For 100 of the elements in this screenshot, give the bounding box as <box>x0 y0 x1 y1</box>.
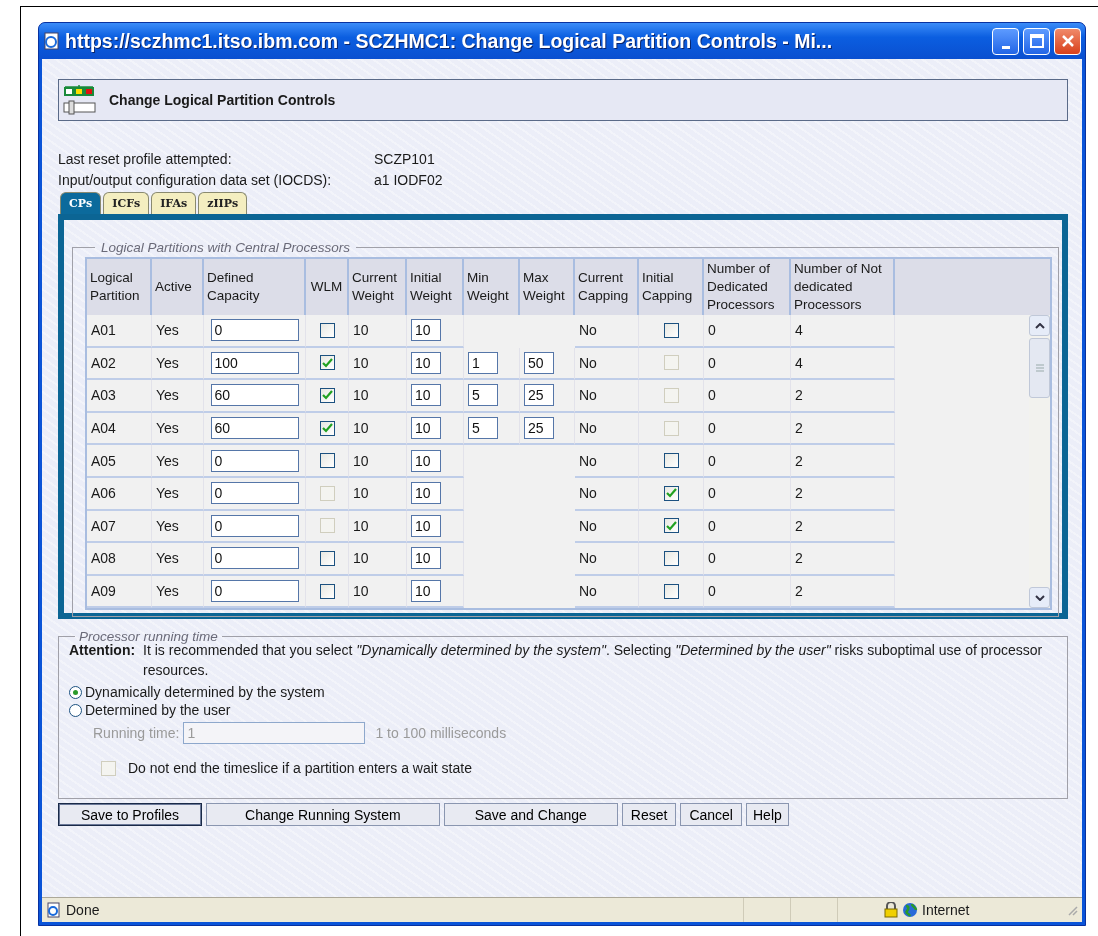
action-button[interactable]: Reset <box>621 803 677 826</box>
tab[interactable]: IFAs <box>151 192 197 214</box>
checkbox[interactable] <box>319 420 335 436</box>
capacity-field[interactable]: 100 <box>210 351 299 374</box>
weight-field[interactable]: 10 <box>411 319 441 342</box>
maximize-button[interactable] <box>1023 27 1050 55</box>
table-cell: 4 <box>795 322 803 339</box>
weight-field[interactable]: 5 <box>468 417 498 440</box>
minimize-icon <box>1001 45 1010 49</box>
checkbox[interactable] <box>663 485 679 501</box>
table-cell: 10 <box>353 452 369 469</box>
scrollbar[interactable] <box>1029 315 1050 609</box>
close-button[interactable] <box>1054 27 1081 55</box>
checkbox[interactable] <box>319 355 335 371</box>
table-cell: Yes <box>156 387 179 404</box>
info-value: SCZP101 <box>374 150 436 169</box>
table-cell: Yes <box>156 452 179 469</box>
action-button[interactable]: Save and Change <box>443 803 618 826</box>
minimize-button[interactable] <box>992 27 1019 55</box>
weight-field[interactable]: 5 <box>468 384 498 407</box>
close-icon <box>1060 34 1075 48</box>
weight-field[interactable]: 1 <box>468 351 498 374</box>
capacity-field[interactable]: 0 <box>210 482 299 505</box>
table-cell: A04 <box>91 420 116 437</box>
weight-field[interactable]: 10 <box>411 449 441 472</box>
table-cell: 2 <box>795 485 803 502</box>
checkbox[interactable] <box>319 322 335 338</box>
radio-option[interactable]: Determined by the user <box>69 702 1059 718</box>
scroll-up-button[interactable] <box>1029 315 1050 336</box>
table-cell: No <box>579 452 597 469</box>
table-cell: Yes <box>156 322 179 339</box>
weight-field[interactable]: 25 <box>524 384 554 407</box>
table-cell: A02 <box>91 354 116 371</box>
tab[interactable]: CPs <box>60 192 102 214</box>
capacity-field[interactable]: 0 <box>210 580 299 603</box>
checkbox[interactable] <box>319 583 335 599</box>
column-header: Logical Partition <box>87 259 152 315</box>
status-text: Done <box>66 901 101 920</box>
checkbox[interactable] <box>663 453 679 469</box>
table-cell: No <box>579 322 597 339</box>
capacity-field[interactable]: 0 <box>210 514 299 537</box>
checkbox[interactable] <box>319 550 335 566</box>
info-label: Last reset profile attempted: <box>58 150 233 169</box>
table-cell: A07 <box>91 517 116 534</box>
checkbox[interactable] <box>663 322 679 338</box>
tab[interactable]: zIIPs <box>198 192 248 214</box>
weight-field[interactable]: 10 <box>411 417 441 440</box>
table-cell: 10 <box>353 517 369 534</box>
resize-grip-icon[interactable] <box>1066 904 1078 916</box>
table-cell: Yes <box>156 420 179 437</box>
weight-field[interactable]: 10 <box>411 384 441 407</box>
table-cell: 2 <box>795 550 803 567</box>
weight-field[interactable]: 10 <box>411 514 441 537</box>
weight-field[interactable]: 10 <box>411 482 441 505</box>
checkbox[interactable] <box>319 388 335 403</box>
scroll-thumb[interactable] <box>1029 338 1050 398</box>
action-button[interactable]: Cancel <box>680 803 742 826</box>
table-cell: 2 <box>795 387 803 404</box>
checkbox[interactable] <box>663 583 679 599</box>
table-cell: 10 <box>353 550 369 567</box>
attention-text: It is recommended that you select "Dynamically determined by the system". Selecting "Determined by the user" risks suboptimal use of processor resources. <box>143 642 1044 680</box>
capacity-field[interactable]: 0 <box>210 547 299 570</box>
radio-option[interactable]: Dynamically determined by the system <box>69 684 1059 700</box>
table-cell: A08 <box>91 550 116 567</box>
action-button[interactable]: Save to Profiles <box>58 803 203 826</box>
table-cell: Yes <box>156 517 179 534</box>
table-cell: No <box>579 550 597 567</box>
capacity-field[interactable]: 0 <box>210 449 299 472</box>
table-cell: 2 <box>795 583 803 600</box>
checkbox-label: Do not end the timeslice if a partition enters a wait state <box>128 759 472 778</box>
weight-field[interactable]: 25 <box>524 417 554 440</box>
action-button[interactable]: Help <box>746 803 789 826</box>
capacity-field[interactable]: 60 <box>210 384 299 407</box>
table-cell: 0 <box>708 452 716 469</box>
weight-field[interactable]: 10 <box>411 547 441 570</box>
checkbox[interactable] <box>663 550 679 566</box>
column-header: Initial Weight <box>407 259 464 315</box>
scroll-down-button[interactable] <box>1029 587 1050 609</box>
table-cell: No <box>579 354 597 371</box>
table-cell: 0 <box>708 517 716 534</box>
table-cell: 0 <box>708 322 716 339</box>
table-cell: No <box>579 517 597 534</box>
tab[interactable]: ICFs <box>103 192 150 214</box>
group-title: Logical Partitions with Central Processors <box>100 240 352 255</box>
table-cell: A01 <box>91 322 116 339</box>
checkbox[interactable] <box>319 453 335 469</box>
maximize-icon <box>1029 34 1044 48</box>
capacity-field[interactable]: 0 <box>210 319 299 342</box>
capacity-field[interactable]: 60 <box>210 417 299 440</box>
partition-icon <box>63 84 97 116</box>
checkbox[interactable] <box>663 518 679 534</box>
table-cell: 4 <box>795 354 803 371</box>
action-button[interactable]: Change Running System <box>206 803 440 826</box>
panel-title: Change Logical Partition Controls <box>109 92 336 108</box>
group-title: Processor running time <box>79 629 218 644</box>
weight-field[interactable]: 10 <box>411 580 441 603</box>
grip-icon <box>1035 364 1044 372</box>
weight-field[interactable]: 50 <box>524 351 554 374</box>
weight-field[interactable]: 10 <box>411 351 441 374</box>
table-cell: No <box>579 387 597 404</box>
